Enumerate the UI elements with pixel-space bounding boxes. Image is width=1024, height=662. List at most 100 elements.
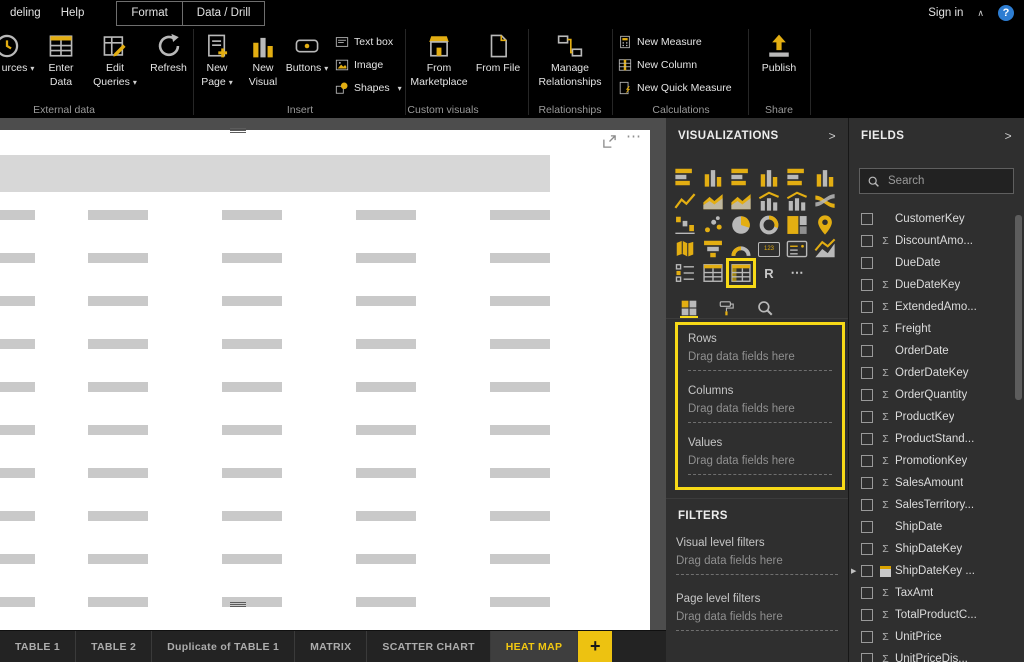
field-list-item[interactable]: ΣFreight <box>849 318 1024 340</box>
buttons-button[interactable]: Buttons▾ <box>285 26 329 103</box>
columns-dropzone[interactable]: Drag data fields here <box>688 403 832 423</box>
field-list-item[interactable]: ΣSalesAmount <box>849 472 1024 494</box>
field-checkbox[interactable] <box>861 389 873 401</box>
page-tab-table-2[interactable]: TABLE 2 <box>76 631 152 662</box>
rows-dropzone[interactable]: Drag data fields here <box>688 351 832 371</box>
field-checkbox[interactable] <box>861 301 873 313</box>
field-search-box[interactable] <box>859 168 1014 194</box>
field-list-item[interactable]: ΣSalesTerritory... <box>849 494 1024 516</box>
collapse-panel-icon[interactable]: > <box>829 129 836 143</box>
refresh-button[interactable]: Refresh <box>144 26 193 103</box>
new-visual-button[interactable]: New Visual <box>241 26 285 103</box>
clustered-column-chart-icon[interactable] <box>758 166 780 188</box>
new-measure-button[interactable]: New Measure <box>612 34 732 50</box>
field-checkbox[interactable] <box>861 631 873 643</box>
publish-button[interactable]: Publish <box>748 26 810 103</box>
waterfall-chart-icon[interactable] <box>674 214 696 236</box>
text-box-button[interactable]: Text box <box>329 34 402 50</box>
page-tab-scatter-chart[interactable]: SCATTER CHART <box>367 631 490 662</box>
new-column-button[interactable]: New Column <box>612 57 732 73</box>
matrix-icon[interactable] <box>730 262 752 284</box>
field-checkbox[interactable] <box>861 521 873 533</box>
from-file-button[interactable]: From File <box>473 26 523 103</box>
page-tab-heat-map[interactable]: HEAT MAP <box>491 631 578 662</box>
enter-data-button[interactable]: Enter Data <box>36 26 86 103</box>
field-list-item[interactable]: ΣUnitPrice <box>849 626 1024 648</box>
card-icon[interactable]: 123 <box>758 238 780 260</box>
image-button[interactable]: Image <box>329 57 402 73</box>
funnel-chart-icon[interactable] <box>702 238 724 260</box>
line-clustered-column-chart-icon[interactable] <box>786 190 808 212</box>
field-checkbox[interactable] <box>861 323 873 335</box>
field-list-item[interactable]: ΣDueDateKey <box>849 274 1024 296</box>
kpi-icon[interactable] <box>814 238 836 260</box>
field-list-item[interactable]: DueDate <box>849 252 1024 274</box>
new-quick-measure-button[interactable]: New Quick Measure <box>612 80 732 96</box>
line-chart-icon[interactable] <box>674 190 696 212</box>
tab-help[interactable]: Help <box>51 0 95 26</box>
tab-format[interactable]: Format <box>117 2 181 25</box>
edit-queries-button[interactable]: Edit Queries▾ <box>86 26 144 103</box>
page-level-filters-dropzone[interactable]: Drag data fields here <box>676 611 838 631</box>
visual-level-filters-dropzone[interactable]: Drag data fields here <box>676 555 838 575</box>
field-checkbox[interactable] <box>861 433 873 445</box>
gauge-icon[interactable] <box>730 238 752 260</box>
field-checkbox[interactable] <box>861 367 873 379</box>
resize-handle-bottom[interactable] <box>230 602 246 607</box>
map-icon[interactable] <box>814 214 836 236</box>
field-checkbox[interactable] <box>861 587 873 599</box>
table-icon[interactable] <box>702 262 724 284</box>
field-checkbox[interactable] <box>861 609 873 621</box>
filled-map-icon[interactable] <box>674 238 696 260</box>
r-script-icon[interactable]: R <box>758 262 780 284</box>
help-icon[interactable]: ? <box>998 5 1014 21</box>
visual-more-options-icon[interactable]: ⋯ <box>626 127 642 145</box>
clustered-bar-chart-icon[interactable] <box>730 166 752 188</box>
values-dropzone[interactable]: Drag data fields here <box>688 455 832 475</box>
focus-mode-icon[interactable] <box>602 134 617 149</box>
field-checkbox[interactable] <box>861 345 873 357</box>
page-tab-duplicate-of-table-1[interactable]: Duplicate of TABLE 1 <box>152 631 295 662</box>
resize-handle-top[interactable] <box>230 128 246 133</box>
field-list-item[interactable]: ΣProductStand... <box>849 428 1024 450</box>
area-chart-icon[interactable] <box>702 190 724 212</box>
hundred-stacked-bar-chart-icon[interactable] <box>786 166 808 188</box>
field-list-item[interactable]: ShipDate <box>849 516 1024 538</box>
stacked-column-chart-icon[interactable] <box>702 166 724 188</box>
expand-icon[interactable]: ▶ <box>851 567 856 575</box>
field-list-item[interactable]: ΣOrderQuantity <box>849 384 1024 406</box>
analytics-tab[interactable] <box>756 299 774 318</box>
recent-sources-button[interactable]: urces▾ <box>0 26 36 103</box>
field-list-item[interactable]: ΣDiscountAmo... <box>849 230 1024 252</box>
fields-scrollbar[interactable] <box>1015 215 1022 400</box>
field-list-item[interactable]: ΣPromotionKey <box>849 450 1024 472</box>
tab-data-drill[interactable]: Data / Drill <box>182 2 265 25</box>
field-list-item[interactable]: ΣProductKey <box>849 406 1024 428</box>
field-checkbox[interactable] <box>861 653 873 662</box>
field-list-item[interactable]: CustomerKey <box>849 208 1024 230</box>
field-checkbox[interactable] <box>861 477 873 489</box>
ribbon-chart-icon[interactable] <box>814 190 836 212</box>
field-list-item[interactable]: ΣOrderDateKey <box>849 362 1024 384</box>
line-stacked-column-chart-icon[interactable] <box>758 190 780 212</box>
pie-chart-icon[interactable] <box>730 214 752 236</box>
field-list-item[interactable]: ΣTaxAmt <box>849 582 1024 604</box>
stacked-bar-chart-icon[interactable] <box>674 166 696 188</box>
manage-relationships-button[interactable]: Manage Relationships <box>528 26 612 103</box>
scatter-chart-icon[interactable] <box>702 214 724 236</box>
hundred-stacked-column-chart-icon[interactable] <box>814 166 836 188</box>
sign-in-link[interactable]: Sign in <box>928 7 963 19</box>
page-tab-table-1[interactable]: TABLE 1 <box>0 631 76 662</box>
field-checkbox[interactable] <box>861 455 873 467</box>
from-marketplace-button[interactable]: From Marketplace <box>405 26 473 103</box>
field-checkbox[interactable] <box>861 213 873 225</box>
collapse-ribbon-icon[interactable]: ∧ <box>977 8 984 19</box>
treemap-icon[interactable] <box>786 214 808 236</box>
field-list-item[interactable]: ΣShipDateKey <box>849 538 1024 560</box>
fields-well-tab[interactable] <box>680 299 698 318</box>
report-canvas[interactable]: ⋯ <box>0 118 666 630</box>
multi-row-card-icon[interactable] <box>786 238 808 260</box>
field-list-item[interactable]: OrderDate <box>849 340 1024 362</box>
tab-modeling-cut[interactable]: deling <box>0 0 51 26</box>
search-input[interactable] <box>886 174 1006 188</box>
